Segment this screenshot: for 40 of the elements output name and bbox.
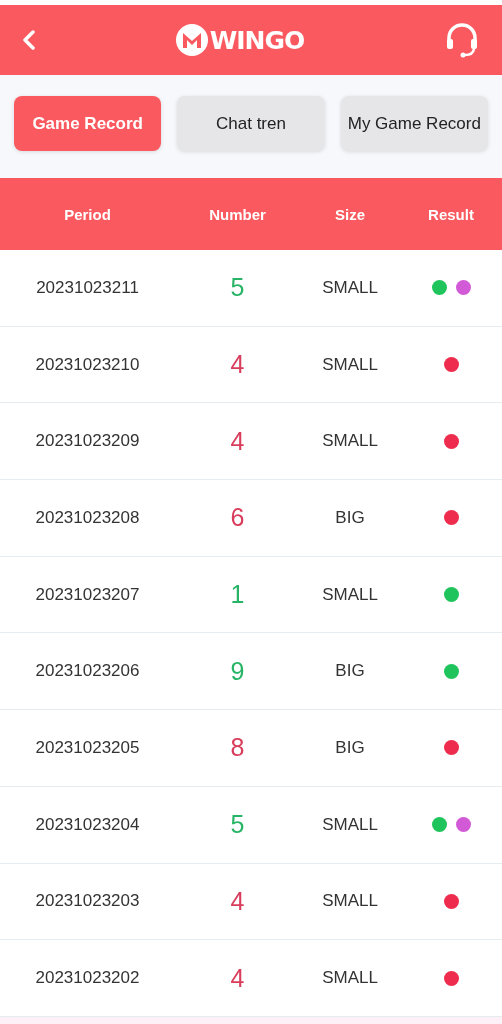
number-text: 5: [230, 273, 245, 302]
period-text: 20231023205: [35, 737, 140, 757]
size-text: BIG: [335, 661, 365, 681]
number-text: 4: [230, 963, 245, 992]
size-text: SMALL: [322, 354, 378, 374]
number-text: 4: [230, 350, 245, 379]
number-text: 4: [230, 886, 245, 915]
logo-text: WINGO: [209, 25, 305, 55]
period-text: 20231023210: [35, 354, 140, 374]
column-header: Number: [208, 205, 267, 223]
tab[interactable]: My Game Record: [340, 96, 488, 151]
size-text: SMALL: [322, 431, 378, 451]
column-header: Result: [427, 205, 475, 223]
period-text: 20231023208: [35, 507, 140, 527]
column-header: Size: [334, 205, 366, 223]
number-text: 9: [230, 656, 245, 685]
number-text: 1: [230, 580, 245, 609]
period-text: 20231023202: [35, 968, 140, 988]
period-text: 20231023211: [36, 277, 139, 297]
size-text: SMALL: [322, 584, 378, 604]
size-text: SMALL: [322, 891, 378, 911]
logo-icon: [175, 24, 208, 56]
number-text: 8: [230, 733, 245, 762]
size-text: BIG: [335, 737, 365, 757]
period-text: 20231023204: [35, 814, 140, 834]
period-text: 20231023203: [35, 891, 140, 911]
size-text: BIG: [335, 507, 365, 527]
number-text: 4: [230, 426, 245, 455]
back-icon[interactable]: [22, 30, 36, 50]
headset-icon[interactable]: [444, 22, 480, 58]
period-text: 20231023207: [35, 584, 140, 604]
number-text: 5: [230, 810, 245, 839]
period-text: 20231023209: [35, 431, 140, 451]
tab[interactable]: Chat tren: [177, 96, 325, 151]
number-text: 6: [230, 503, 245, 532]
column-header: Period: [63, 205, 112, 223]
size-text: SMALL: [322, 968, 378, 988]
size-text: SMALL: [322, 277, 378, 297]
period-text: 20231023206: [35, 661, 140, 681]
size-text: SMALL: [322, 814, 378, 834]
